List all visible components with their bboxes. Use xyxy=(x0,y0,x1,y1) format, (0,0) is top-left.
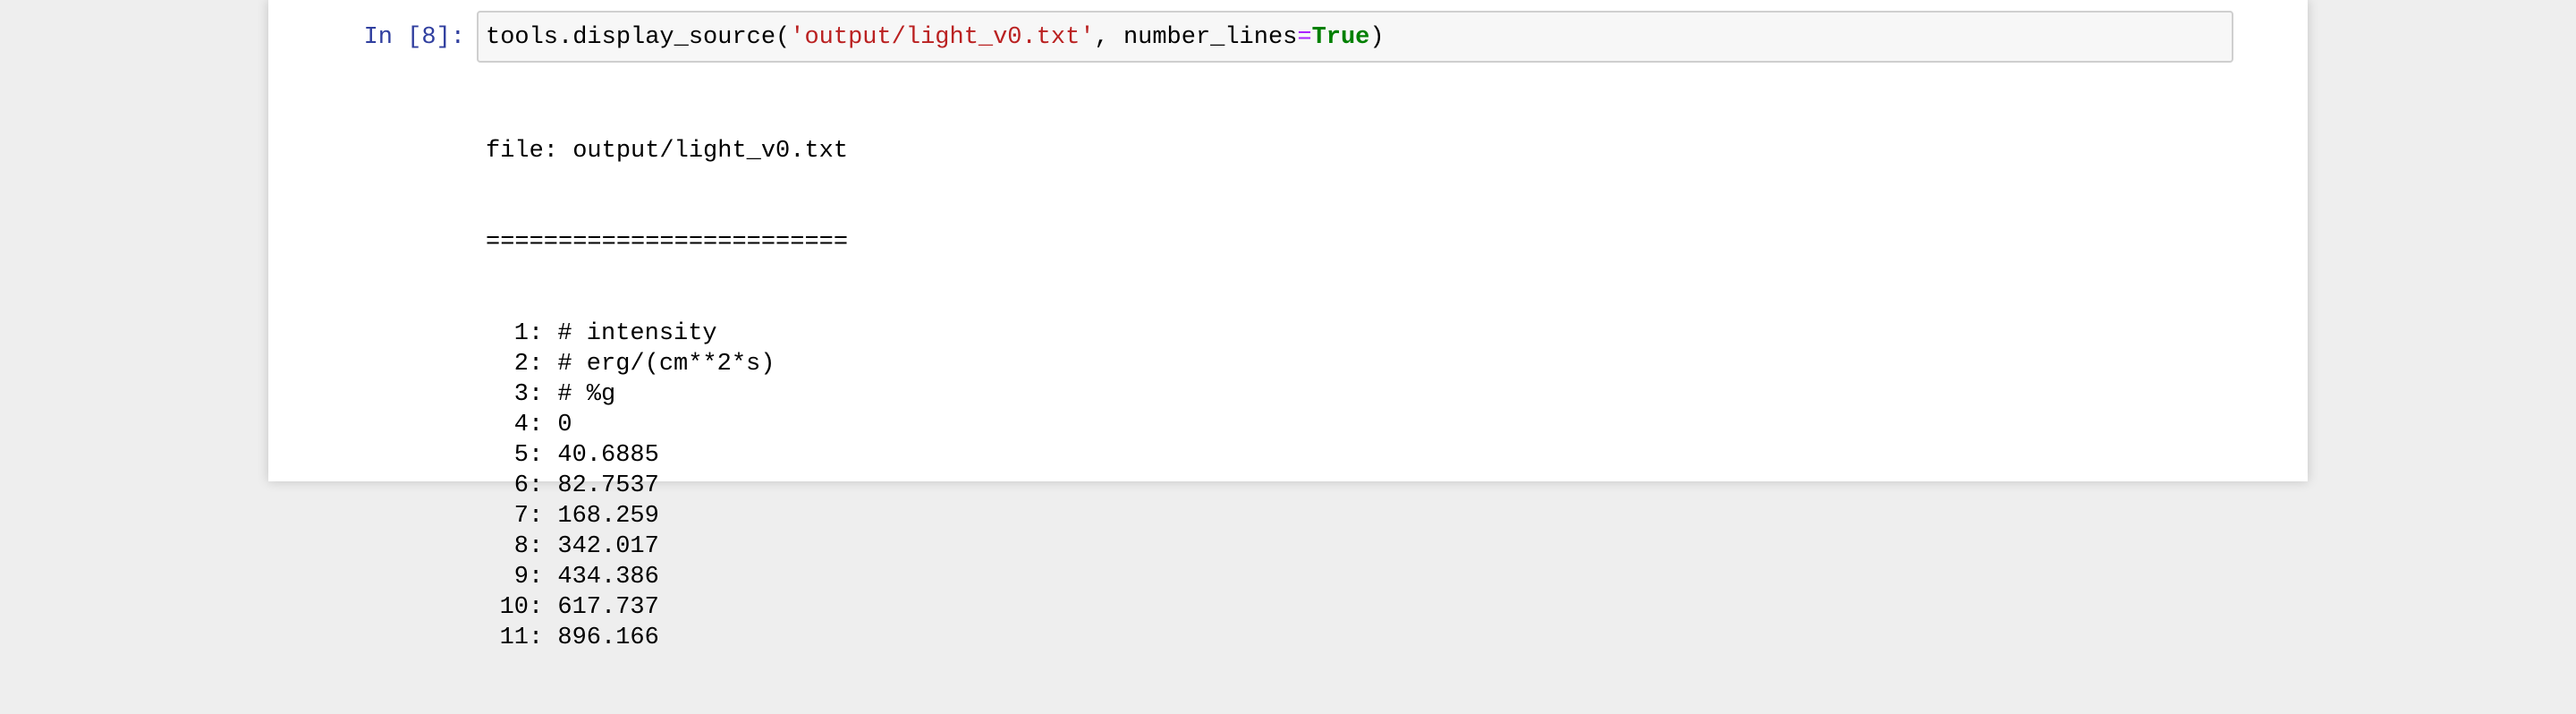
output-line-text: 168.259 xyxy=(557,503,659,530)
notebook-page: In [8]: tools.display_source('output/lig… xyxy=(268,0,2308,651)
output-line: 3: # %g xyxy=(486,379,848,410)
output-line-number: 8 xyxy=(513,533,529,560)
output-line-text: 40.6885 xyxy=(557,442,659,469)
output-line-number: 7 xyxy=(513,503,529,530)
code-string-arg: 'output/light_v0.txt' xyxy=(790,24,1095,51)
code-separator: , xyxy=(1094,24,1123,51)
cell-output: file: output/light_v0.txt ==============… xyxy=(486,75,848,714)
output-line-text: 342.017 xyxy=(557,533,659,560)
output-line-number: 10 xyxy=(499,594,529,621)
output-line: 8: 342.017 xyxy=(486,531,848,562)
output-line: 9: 434.386 xyxy=(486,562,848,592)
input-prompt: In [8]: xyxy=(363,24,465,51)
code-close: ) xyxy=(1369,24,1385,51)
output-line: 11: 896.166 xyxy=(486,623,848,653)
output-line-number: 9 xyxy=(513,564,529,591)
code-kwarg-value: True xyxy=(1311,24,1370,51)
output-line-number: 3 xyxy=(513,381,529,408)
code-text[interactable]: tools.display_source('output/light_v0.tx… xyxy=(486,20,1385,55)
output-line-number: 11 xyxy=(499,625,529,651)
output-line-number: 2 xyxy=(513,351,529,378)
output-line-text: # intensity xyxy=(557,320,717,347)
output-line: 4: 0 xyxy=(486,410,848,440)
code-equals: = xyxy=(1297,24,1312,51)
code-input-area[interactable]: tools.display_source('output/light_v0.tx… xyxy=(477,11,2233,63)
output-line: 6: 82.7537 xyxy=(486,471,848,501)
output-line-number: 4 xyxy=(513,412,529,438)
output-file-header: file: output/light_v0.txt xyxy=(486,138,849,165)
output-line-text: # erg/(cm**2*s) xyxy=(557,351,775,378)
output-line: 1: # intensity xyxy=(486,319,848,349)
output-line-text: # %g xyxy=(557,381,616,408)
code-cell[interactable]: In [8]: tools.display_source('output/lig… xyxy=(268,0,2308,651)
output-line-number: 6 xyxy=(513,472,529,499)
output-line: 10: 617.737 xyxy=(486,592,848,623)
output-rule: ========================= xyxy=(486,229,849,256)
output-line-text: 434.386 xyxy=(557,564,659,591)
output-line: 5: 40.6885 xyxy=(486,440,848,471)
output-line: 7: 168.259 xyxy=(486,501,848,531)
output-numbered-lines: 1: # intensity 2: # erg/(cm**2*s) 3: # %g 4… xyxy=(486,319,848,653)
code-func: tools.display_source( xyxy=(486,24,791,51)
output-line-number: 5 xyxy=(513,442,529,469)
output-line-text: 82.7537 xyxy=(557,472,659,499)
output-line-text: 617.737 xyxy=(557,594,659,621)
output-line-number: 1 xyxy=(513,320,529,347)
output-line-text: 0 xyxy=(557,412,572,438)
output-line-text: 896.166 xyxy=(557,625,659,651)
code-kwarg-name: number_lines xyxy=(1123,24,1298,51)
output-line: 2: # erg/(cm**2*s) xyxy=(486,349,848,379)
